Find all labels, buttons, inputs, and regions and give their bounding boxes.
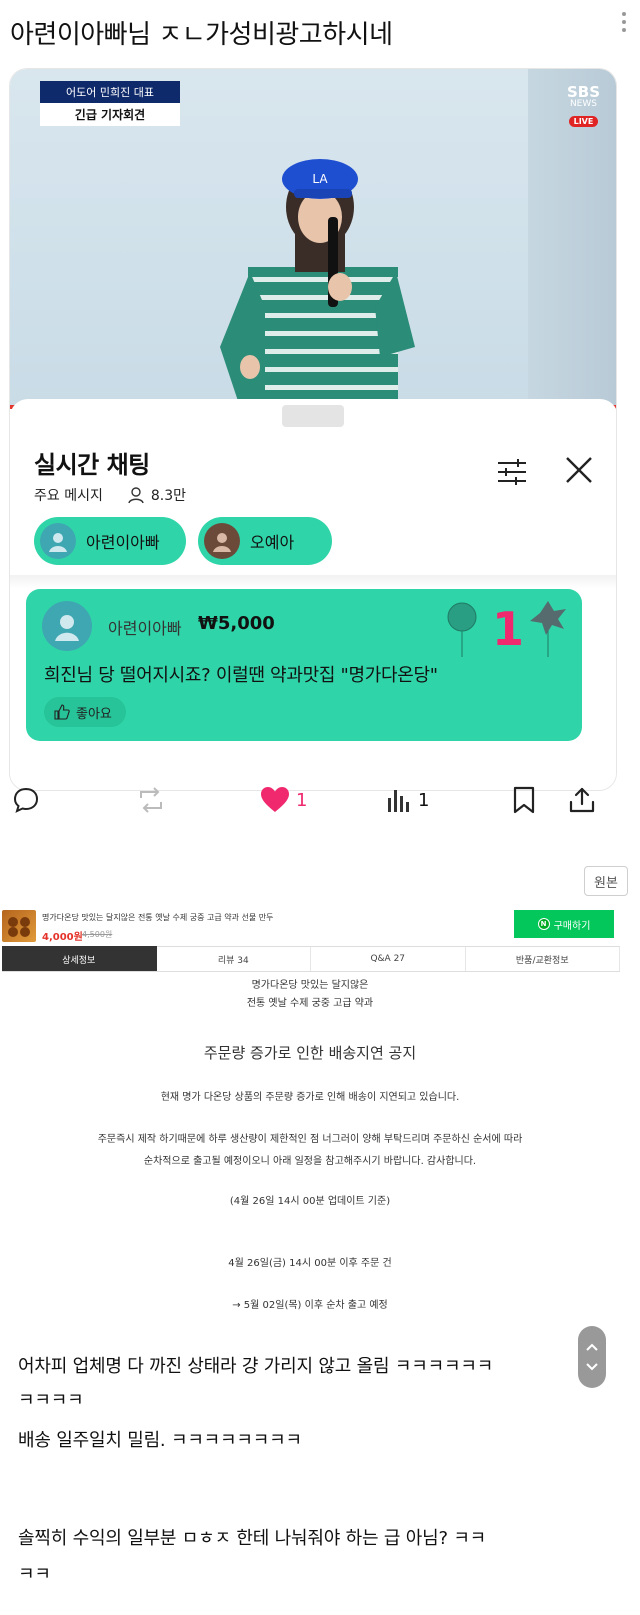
views-count: 1 [418, 789, 430, 811]
svg-text:1: 1 [492, 602, 524, 656]
notice-paragraph-1: 현재 명가 다온당 상품의 주문량 증가로 인해 배송이 지연되고 있습니다. [160, 1092, 460, 1103]
tab-qna[interactable]: Q&A 27 [311, 946, 466, 971]
divider [10, 575, 616, 589]
user-icon [55, 615, 79, 641]
donation-text: 희진님 당 떨어지시죠? 이럴땐 약과맛집 "명가다온당" [44, 665, 438, 686]
chip-label: 아련이아빠 [86, 533, 160, 552]
tab-reviews[interactable]: 리뷰 34 [156, 946, 311, 971]
comment-line-3a: 솔찍히 수익의 일부분 ㅁㅎㅈ 한테 나눠줘야 하는 급 아님? ㅋㅋ [18, 1528, 487, 1549]
product-bar: 명가다온당 맛있는 달지않은 전통 옛날 수제 궁중 고급 약과 선물 만두 4… [0, 906, 620, 946]
chat-meta: 주요 메시지 8.3만 [34, 485, 186, 505]
bar-chart-icon [388, 790, 409, 812]
original-image-button[interactable]: 원본 [584, 866, 628, 896]
filter-settings-icon[interactable] [496, 457, 528, 487]
video-player[interactable]: 어도어 민희진 대표 긴급 기자회견 SBS NEWS LIVE LA [10, 69, 616, 409]
avatar [204, 523, 240, 559]
like-label: 좋아요 [76, 706, 112, 722]
product-tabs: 상세정보 리뷰 34 Q&A 27 반품/교환정보 [2, 946, 620, 972]
user-icon [49, 533, 67, 552]
speaker-figure: LA [220, 159, 415, 407]
meta-label: 주요 메시지 [34, 488, 103, 504]
logo-news: NEWS [569, 99, 597, 109]
post-card: 어도어 민희진 대표 긴급 기자회견 SBS NEWS LIVE LA 실시간 … [9, 68, 617, 791]
banner-line-2: 긴급 기자회견 [40, 103, 180, 126]
post-actions: 1 1 [0, 780, 640, 820]
live-chat-sheet: 실시간 채팅 주요 메시지 8.3만 아련이아빠 오예아 아련이아빠 ₩5,00… [10, 399, 616, 790]
comment-line-1a: 어차피 업체명 다 까진 상태라 걍 가리지 않고 올림 ㅋㅋㅋㅋㅋㅋ [18, 1356, 494, 1377]
notice-subtitle-1: 명가다온당 맛있는 달지않은 [251, 980, 369, 991]
chevron-down-icon[interactable] [585, 1362, 599, 1372]
bookmark-button[interactable] [512, 786, 536, 814]
product-old-price: 4,500원 [82, 930, 113, 939]
chat-title: 실시간 채팅 [34, 451, 150, 479]
yakgwa-image-icon [8, 917, 30, 937]
live-badge: LIVE [568, 116, 599, 127]
notice-updated: (4월 26일 14시 00분 업데이트 기준) [229, 1196, 391, 1207]
heart-like-button[interactable]: 1 [260, 786, 307, 814]
product-thumbnail[interactable] [2, 910, 36, 942]
sbs-news-logo: SBS NEWS LIVE [567, 83, 600, 128]
donor-avatar [42, 601, 92, 651]
notice-paragraph-2a: 주문즉시 제작 하기때문에 하루 생산량이 제한적인 점 너그러이 양해 부탁드… [97, 1134, 523, 1145]
bookmark-icon [513, 786, 535, 814]
notice-paragraph-2b: 순차적으로 출고될 예정이오니 아래 일정을 참고해주시기 바랍니다. 감사합니… [143, 1156, 477, 1167]
buy-button[interactable]: N 구매하기 [514, 910, 614, 938]
notice-schedule-2: → 5월 02일(목) 이후 순차 출고 예정 [232, 1300, 388, 1311]
person-icon [128, 487, 144, 504]
chevron-up-icon[interactable] [585, 1342, 599, 1352]
repost-icon [140, 787, 162, 813]
tab-returns[interactable]: 반품/교환정보 [465, 946, 620, 971]
comment-button[interactable] [12, 786, 40, 814]
donation-amount: ₩5,000 [198, 613, 275, 634]
views-button[interactable]: 1 [386, 786, 429, 814]
share-button[interactable] [568, 786, 596, 814]
notice-heading: 주문량 증가로 인한 배송지연 공지 [203, 1044, 417, 1062]
chat-chip-user-2[interactable]: 오예아 [198, 517, 332, 565]
notice-subtitle-2: 전통 옛날 수제 궁중 고급 약과 [246, 998, 374, 1009]
tab-details[interactable]: 상세정보 [2, 946, 157, 971]
like-count: 1 [296, 789, 308, 811]
naver-pay-icon: N [537, 918, 550, 930]
notice-schedule-1: 4월 26일(금) 14시 00분 이후 주문 건 [228, 1258, 392, 1269]
svg-text:LA: LA [312, 172, 328, 186]
thumbs-up-icon [54, 704, 70, 720]
chip-label: 오예아 [250, 533, 295, 552]
like-button[interactable]: 좋아요 [44, 697, 126, 727]
banner-line-1: 어도어 민희진 대표 [40, 81, 180, 103]
balloon-decoration-icon: 1 [447, 601, 566, 657]
drag-handle[interactable] [282, 405, 344, 427]
donor-name: 아련이아빠 [108, 619, 182, 638]
comment-line-3b: ㅋㅋ [18, 1564, 51, 1585]
buy-label: 구매하기 [553, 920, 591, 932]
scroll-control[interactable] [578, 1326, 606, 1388]
chat-chip-user-1[interactable]: 아련이아빠 [34, 517, 186, 565]
post-title: 아련이아빠님 ㅈㄴ가성비광고하시네 [10, 20, 393, 50]
user-icon [213, 533, 231, 552]
comment-line-2: 배송 일주일치 밀림. ㅋㅋㅋㅋㅋㅋㅋㅋ [18, 1430, 302, 1451]
news-banner: 어도어 민희진 대표 긴급 기자회견 [40, 81, 180, 126]
repost-button[interactable] [136, 786, 166, 814]
viewer-count: 8.3만 [150, 488, 187, 504]
heart-icon [261, 787, 289, 812]
donation-message: 아련이아빠 ₩5,000 희진님 당 떨어지시죠? 이럴땐 약과맛집 "명가다온… [26, 589, 582, 741]
more-options-icon[interactable] [622, 12, 626, 32]
product-price: 4,000원 [42, 932, 83, 943]
product-name[interactable]: 명가다온당 맛있는 달지않은 전통 옛날 수제 궁중 고급 약과 선물 만두 [42, 912, 274, 923]
close-icon[interactable] [564, 455, 594, 485]
share-icon [569, 787, 595, 813]
comment-icon [13, 787, 39, 813]
comment-line-1b: ㅋㅋㅋㅋ [18, 1390, 84, 1411]
avatar [40, 523, 76, 559]
